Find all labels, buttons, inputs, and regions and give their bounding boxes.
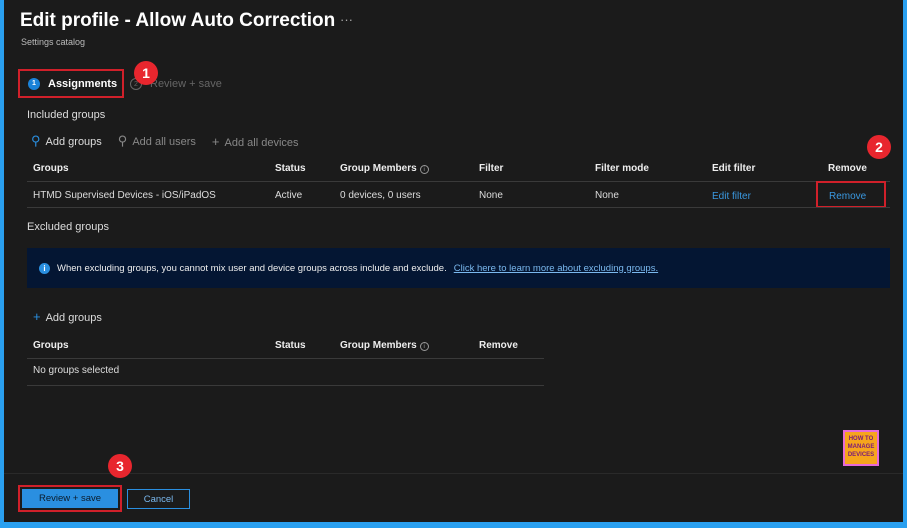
banner-text: When excluding groups, you cannot mix us… (57, 262, 447, 274)
col-group-members: Group Members i (340, 340, 429, 351)
divider (27, 207, 890, 208)
col-groups: Groups (33, 163, 69, 174)
col-group-members-label: Group Members (340, 163, 417, 174)
add-groups-label: Add groups (45, 312, 102, 324)
group-members: 0 devices, 0 users (340, 190, 421, 201)
annotation-badge-3: 3 (108, 454, 132, 478)
col-edit-filter: Edit filter (712, 163, 756, 174)
page-subtitle: Settings catalog (21, 37, 86, 47)
divider (27, 181, 890, 182)
add-all-users-button[interactable]: ⚲ Add all users (118, 133, 196, 149)
htmd-logo: HOW TO MANAGE DEVICES (843, 430, 879, 466)
tab-assignments[interactable]: 1 Assignments (18, 69, 124, 98)
footer-divider (4, 473, 903, 474)
col-status: Status (275, 340, 306, 351)
group-name: HTMD Supervised Devices - iOS/iPadOS (33, 190, 216, 201)
learn-more-link[interactable]: Click here to learn more about excluding… (454, 263, 658, 274)
tab-label: Assignments (48, 77, 118, 90)
plus-icon: + (211, 133, 220, 149)
logo-line2: MANAGE (847, 444, 875, 450)
page-title: Edit profile - Allow Auto Correction (20, 10, 336, 31)
tab-label: Review + save (150, 78, 222, 90)
annotation-highlight (816, 181, 886, 208)
info-icon[interactable]: i (419, 165, 429, 174)
add-groups-button[interactable]: ⚲ Add groups (31, 133, 102, 149)
excluded-groups-heading: Excluded groups (27, 221, 109, 233)
included-toolbar: ⚲ Add groups ⚲ Add all users + Add all devi… (31, 133, 299, 149)
col-filter: Filter (479, 163, 504, 174)
review-save-label: Review + save (22, 489, 118, 508)
plus-icon: + (33, 309, 41, 324)
info-icon[interactable]: i (419, 342, 429, 351)
col-remove: Remove (828, 163, 867, 174)
col-group-members: Group Members i (340, 163, 429, 174)
add-excluded-groups-button[interactable]: + Add groups (33, 309, 102, 324)
edit-filter-link[interactable]: Edit filter (712, 191, 751, 202)
info-icon: i (39, 262, 50, 274)
annotation-badge-2: 2 (867, 135, 891, 159)
logo-line1: HOW TO (848, 436, 874, 442)
divider (27, 385, 544, 386)
users-icon: ⚲ (117, 133, 128, 148)
add-all-devices-button[interactable]: + Add all devices (212, 134, 299, 149)
empty-state: No groups selected (33, 365, 120, 376)
cancel-button[interactable]: Cancel (127, 489, 190, 509)
col-groups: Groups (33, 340, 69, 351)
info-banner: i When excluding groups, you cannot mix … (27, 248, 890, 288)
add-groups-label: Add groups (45, 136, 102, 148)
included-groups-heading: Included groups (27, 109, 106, 121)
step-number: 1 (28, 77, 40, 90)
add-all-users-label: Add all users (132, 136, 196, 148)
col-group-members-label: Group Members (340, 340, 417, 351)
col-status: Status (275, 163, 306, 174)
filter: None (479, 190, 503, 201)
col-filter-mode: Filter mode (595, 163, 649, 174)
status: Active (275, 190, 303, 201)
logo-line3: DEVICES (847, 452, 875, 458)
add-all-devices-label: Add all devices (224, 136, 299, 149)
col-remove: Remove (479, 340, 518, 351)
more-options-button[interactable]: ··· (340, 12, 353, 27)
add-user-icon: ⚲ (31, 133, 41, 148)
review-save-button[interactable]: Review + save (18, 485, 122, 512)
edit-profile-panel: Edit profile - Allow Auto Correction ···… (4, 0, 903, 522)
annotation-badge-1: 1 (134, 61, 158, 85)
filter-mode: None (595, 190, 619, 201)
divider (27, 358, 544, 359)
